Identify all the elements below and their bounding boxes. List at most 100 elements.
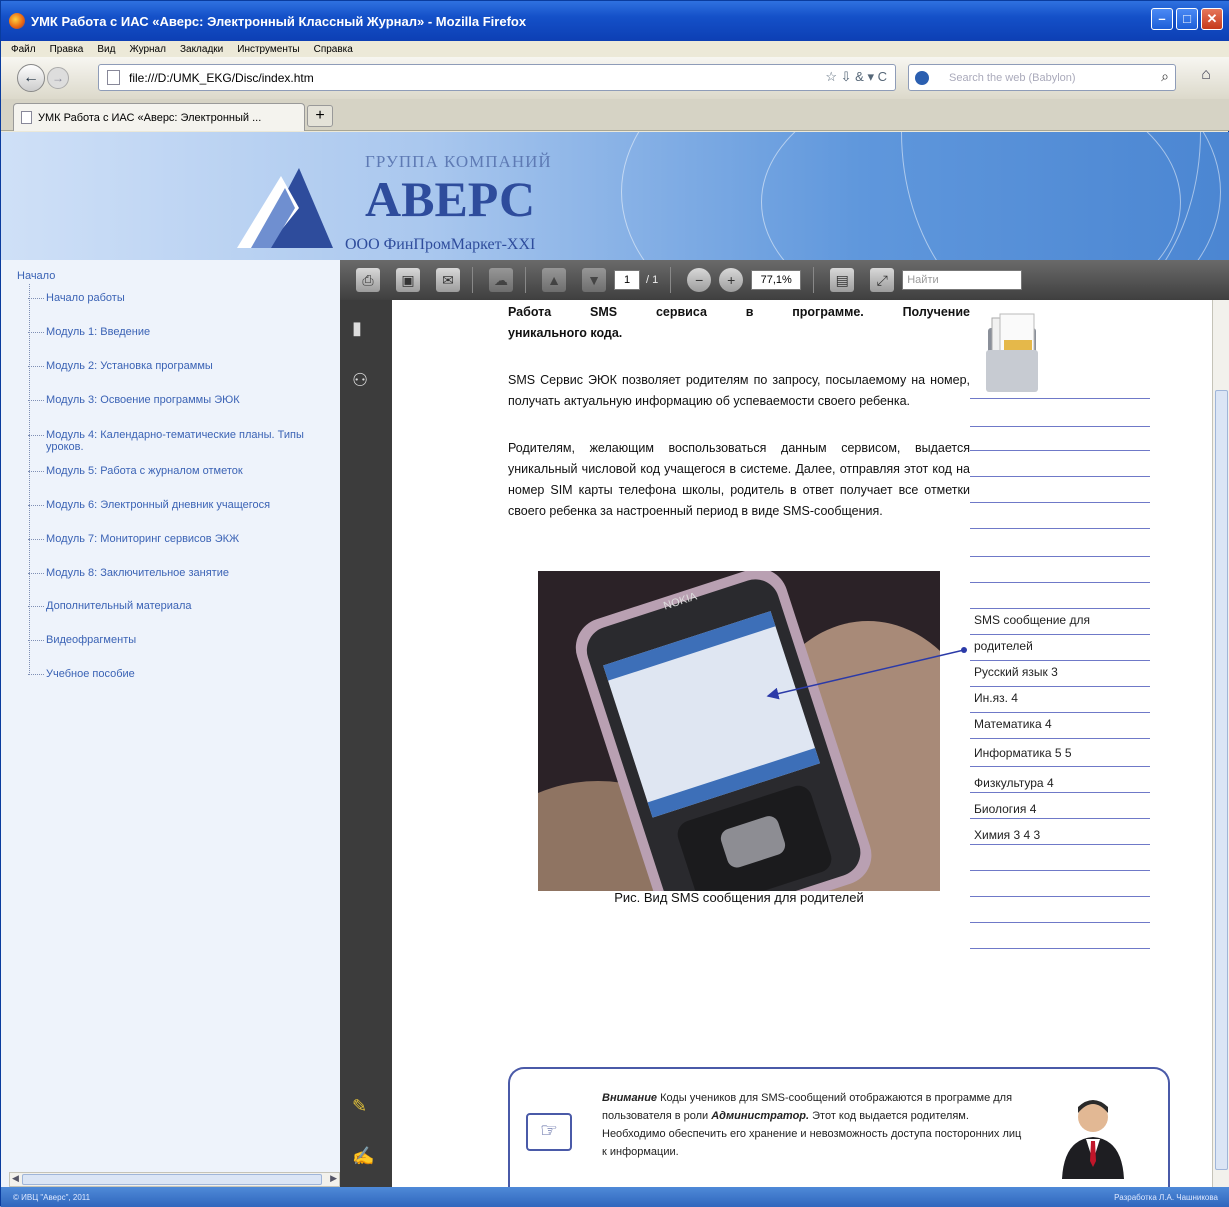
save-icon[interactable]: ▣ bbox=[396, 268, 420, 292]
print-icon[interactable]: ⎙ bbox=[356, 268, 380, 292]
sidebar-item-module7[interactable]: Модуль 7: Мониторинг сервисов ЭКЖ bbox=[27, 533, 239, 545]
tab-active[interactable]: УМК Работа с ИАС «Аверс: Электронный ... bbox=[13, 103, 305, 131]
title-bar: УМК Работа с ИАС «Аверс: Электронный Кла… bbox=[1, 1, 1229, 41]
pdf-toolbar: ⎙ ▣ ✉ ☁ ▲ ▼ 1 / 1 − + 77,1% ▤ ⤢ Найти bbox=[340, 260, 1229, 300]
comment-icon: ☁ bbox=[489, 268, 513, 292]
sidebar-nav: Начало Начало работы Модуль 1: Введение … bbox=[1, 260, 340, 1187]
share-icon[interactable]: ✉ bbox=[436, 268, 460, 292]
doc-title: Работа SMS сервиса в программе. Получени… bbox=[508, 305, 970, 319]
search-icon[interactable]: ⌕ bbox=[1161, 68, 1169, 85]
scroll-right-icon[interactable]: ▶ bbox=[330, 1173, 337, 1184]
sidebar-item-module2[interactable]: Модуль 2: Установка программы bbox=[28, 360, 213, 372]
sms-line: Физкультура 4 bbox=[974, 776, 1054, 790]
tab-title: УМК Работа с ИАС «Аверс: Электронный ... bbox=[38, 111, 262, 124]
scroll-left-icon[interactable]: ◀ bbox=[12, 1173, 19, 1184]
maximize-button[interactable]: □ bbox=[1176, 8, 1198, 30]
page-content: ГРУППА КОМПАНИЙ АВЕРС ООО ФинПромМаркет-… bbox=[1, 132, 1229, 1187]
note-text: Внимание Коды учеников для SMS-сообщений… bbox=[602, 1089, 1022, 1161]
page-icon bbox=[107, 70, 120, 85]
sms-line: Биология 4 bbox=[974, 802, 1037, 816]
tab-bar: УМК Работа с ИАС «Аверс: Электронный ...… bbox=[1, 99, 1229, 131]
sidebar-item-start[interactable]: Начало работы bbox=[28, 292, 125, 304]
brand-name: АВЕРС bbox=[365, 171, 536, 227]
fit-page-icon[interactable]: ▤ bbox=[830, 268, 855, 292]
attachments-panel-icon[interactable]: ✍ bbox=[352, 1146, 374, 1167]
new-tab-button[interactable]: + bbox=[307, 105, 333, 127]
menu-view[interactable]: Вид bbox=[97, 44, 115, 55]
menu-bookmarks[interactable]: Закладки bbox=[180, 44, 223, 55]
sidebar-item-video[interactable]: Видеофрагменты bbox=[27, 634, 136, 646]
doc-title-line2: уникального кода. bbox=[508, 326, 623, 340]
note-role: Администратор. bbox=[711, 1110, 810, 1122]
sidebar-item-module5[interactable]: Модуль 5: Работа с журналом отметок bbox=[28, 465, 243, 477]
page-up-icon[interactable]: ▲ bbox=[542, 268, 566, 292]
status-bar: © ИВЦ "Аверс", 2011 Разработка Л.А. Чашн… bbox=[1, 1187, 1229, 1207]
pointing-hand-icon: ☞ bbox=[526, 1113, 572, 1151]
sidebar-item-textbook[interactable]: Учебное пособие bbox=[28, 668, 135, 680]
window-title: УМК Работа с ИАС «Аверс: Электронный Кла… bbox=[31, 13, 527, 29]
page-number-input[interactable]: 1 bbox=[614, 270, 640, 290]
document-scrollbar[interactable] bbox=[1212, 300, 1229, 1187]
bookmark-star-icon[interactable]: ☆ ⇩ & ▾ C bbox=[825, 69, 887, 85]
close-button[interactable]: ✕ bbox=[1201, 8, 1223, 30]
phone-photo: NOKIA bbox=[538, 571, 940, 891]
menu-edit[interactable]: Правка bbox=[50, 44, 84, 55]
sidebar-item-module4[interactable]: Модуль 4: Календарно-тематические планы.… bbox=[28, 429, 338, 453]
menu-file[interactable]: Файл bbox=[11, 44, 36, 55]
address-bar[interactable]: file:///D:/UMK_EKG/Disc/index.htm ☆ ⇩ & … bbox=[98, 64, 896, 91]
menu-history[interactable]: Журнал bbox=[129, 44, 166, 55]
menu-bar: Файл Правка Вид Журнал Закладки Инструме… bbox=[1, 41, 1229, 57]
fullscreen-icon[interactable]: ⤢ bbox=[870, 268, 895, 292]
sidebar-item-module6[interactable]: Модуль 6: Электронный дневник учащегося bbox=[27, 499, 270, 511]
attention-note: ☞ Внимание Коды учеников для SMS-сообщен… bbox=[508, 1067, 1170, 1187]
avers-logo-icon bbox=[237, 168, 333, 248]
menu-tools[interactable]: Инструменты bbox=[237, 44, 299, 55]
sms-line: Информатика 5 5 bbox=[974, 746, 1072, 760]
firefox-icon bbox=[9, 13, 25, 29]
comments-panel-icon[interactable]: ✎ bbox=[352, 1096, 367, 1117]
pdf-document: Работа SMS сервиса в программе. Получени… bbox=[392, 300, 1212, 1187]
sidebar-root[interactable]: Начало bbox=[17, 270, 55, 282]
note-lead: Внимание bbox=[602, 1092, 658, 1104]
company-name: ООО ФинПромМаркет-XXI bbox=[345, 236, 536, 253]
pdf-left-rail: ▮ ⚇ ✎ ✍ bbox=[340, 300, 392, 1187]
page-icon bbox=[21, 111, 32, 124]
forward-button[interactable]: → bbox=[47, 67, 69, 89]
sidebar-item-extra[interactable]: Дополнительный материала bbox=[28, 600, 192, 612]
minimize-button[interactable]: – bbox=[1151, 8, 1173, 30]
home-button[interactable]: ⌂ bbox=[1193, 66, 1219, 90]
header-banner: ГРУППА КОМПАНИЙ АВЕРС ООО ФинПромМаркет-… bbox=[1, 132, 1229, 260]
pages-panel-icon[interactable]: ▮ bbox=[352, 318, 362, 339]
find-input[interactable]: Найти bbox=[902, 270, 1023, 290]
page-total: / 1 bbox=[646, 274, 659, 286]
sms-line: родителей bbox=[974, 639, 1033, 653]
search-placeholder: Search the web (Babylon) bbox=[949, 71, 1076, 84]
page-down-icon[interactable]: ▼ bbox=[582, 268, 606, 292]
url-text: file:///D:/UMK_EKG/Disc/index.htm bbox=[129, 70, 314, 85]
search-input[interactable]: Search the web (Babylon) ⌕ bbox=[908, 64, 1176, 91]
sms-line: Русский язык 3 bbox=[974, 665, 1058, 679]
sidebar-item-module1[interactable]: Модуль 1: Введение bbox=[27, 326, 150, 338]
sms-line: Химия 3 4 3 bbox=[974, 828, 1041, 842]
scroll-thumb[interactable] bbox=[22, 1174, 322, 1185]
group-label: ГРУППА КОМПАНИЙ bbox=[365, 152, 552, 171]
bookmarks-panel-icon[interactable]: ⚇ bbox=[352, 370, 368, 391]
zoom-in-icon[interactable]: + bbox=[719, 268, 744, 292]
zoom-out-icon[interactable]: − bbox=[687, 268, 712, 292]
author-text: Разработка Л.А. Чашникова bbox=[1114, 1192, 1218, 1202]
search-engine-icon[interactable] bbox=[915, 71, 929, 85]
sms-line: SMS сообщение для bbox=[974, 613, 1090, 627]
doc-paragraph-1: SMS Сервис ЭЮК позволяет родителям по за… bbox=[508, 373, 970, 408]
figure-caption: Рис. Вид SMS сообщения для родителей bbox=[614, 890, 864, 905]
menu-help[interactable]: Справка bbox=[314, 44, 353, 55]
doc-paragraph-2: Родителям, желающим воспользоваться данн… bbox=[508, 441, 970, 518]
sidebar-item-module8[interactable]: Модуль 8: Заключительное занятие bbox=[28, 567, 229, 579]
zoom-select[interactable]: 77,1% bbox=[751, 270, 802, 290]
documents-folder-icon bbox=[986, 313, 1038, 392]
back-button[interactable]: ← bbox=[17, 64, 45, 92]
scroll-thumb[interactable] bbox=[1215, 390, 1228, 1170]
sidebar-item-module3[interactable]: Модуль 3: Освоение программы ЭЮК bbox=[28, 394, 240, 406]
sidebar-scrollbar[interactable]: ◀ ▶ bbox=[9, 1172, 340, 1187]
copyright-text: © ИВЦ "Аверс", 2011 bbox=[13, 1192, 91, 1202]
browser-window: УМК Работа с ИАС «Аверс: Электронный Кла… bbox=[0, 0, 1229, 1207]
